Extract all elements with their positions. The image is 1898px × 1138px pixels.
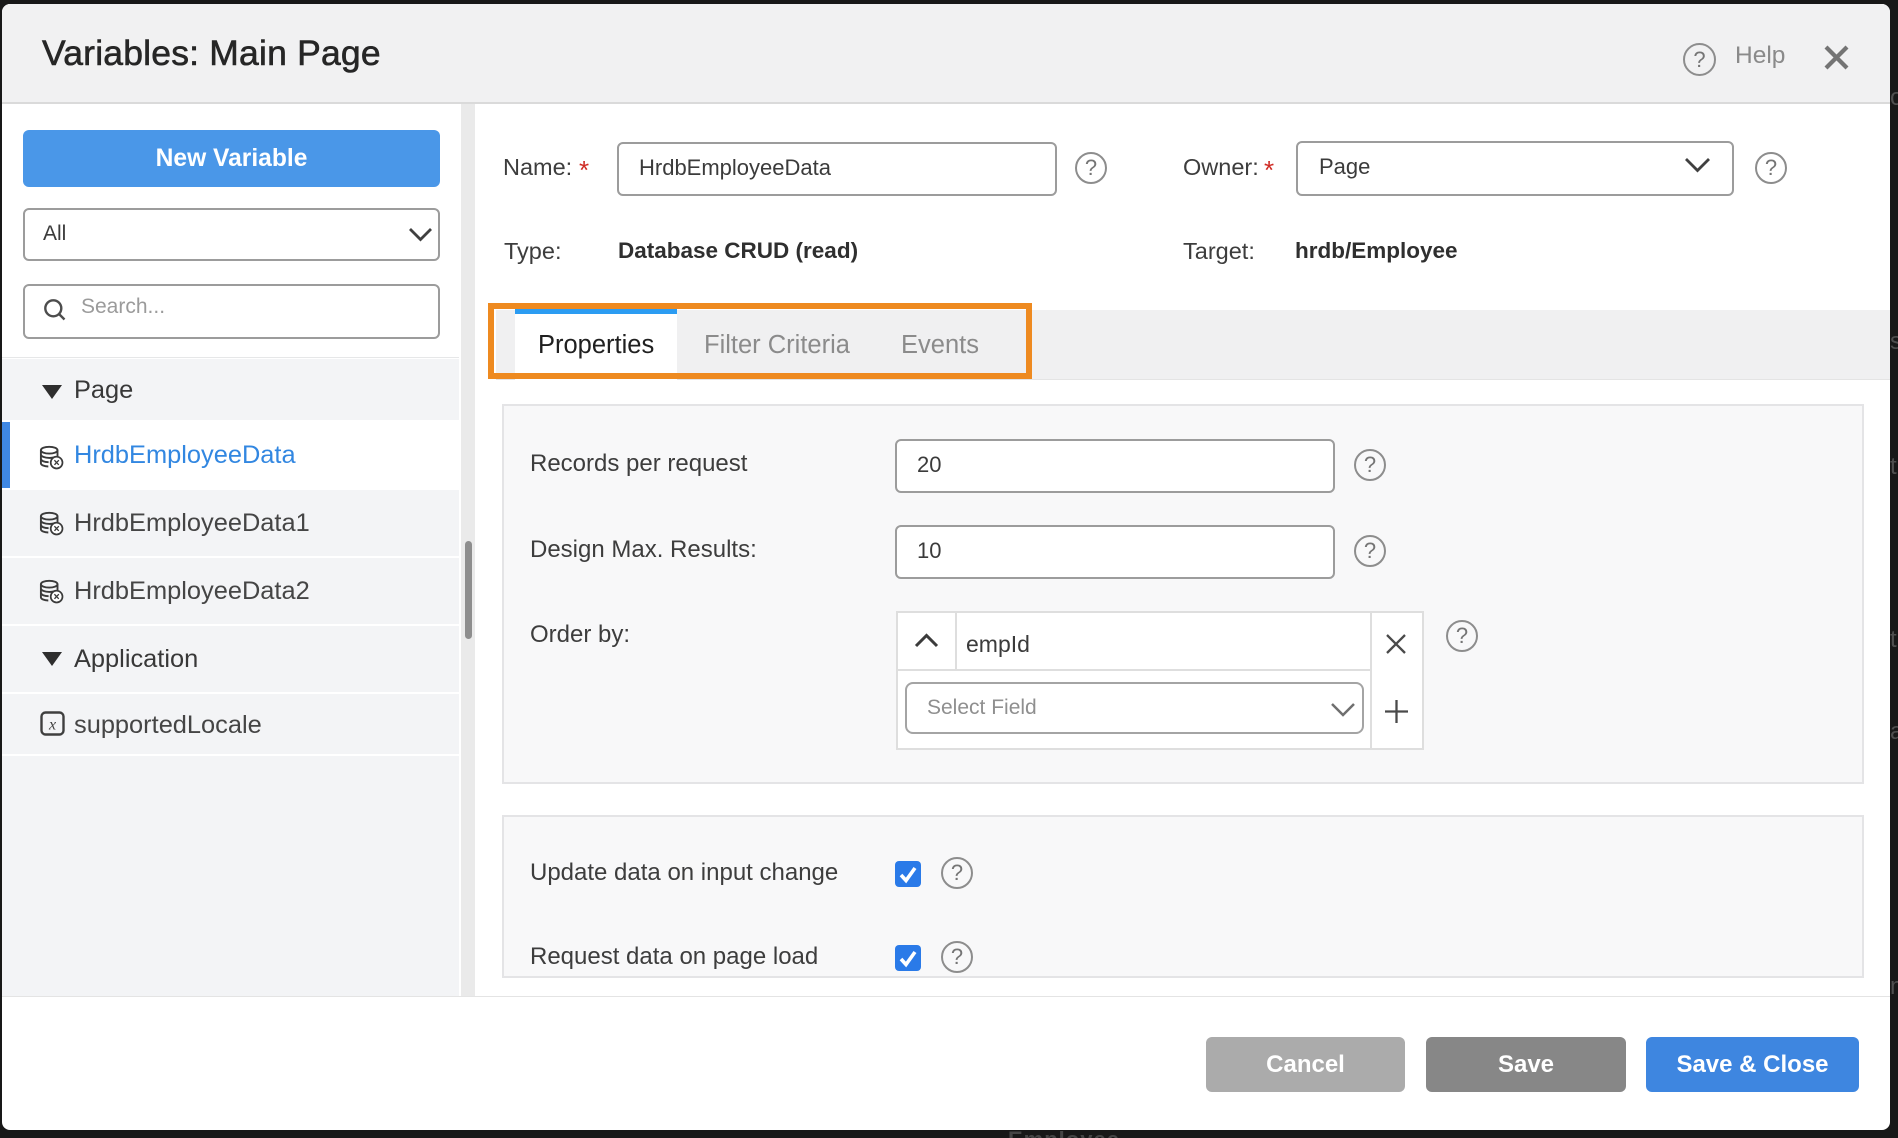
svg-text:x: x	[48, 717, 56, 734]
